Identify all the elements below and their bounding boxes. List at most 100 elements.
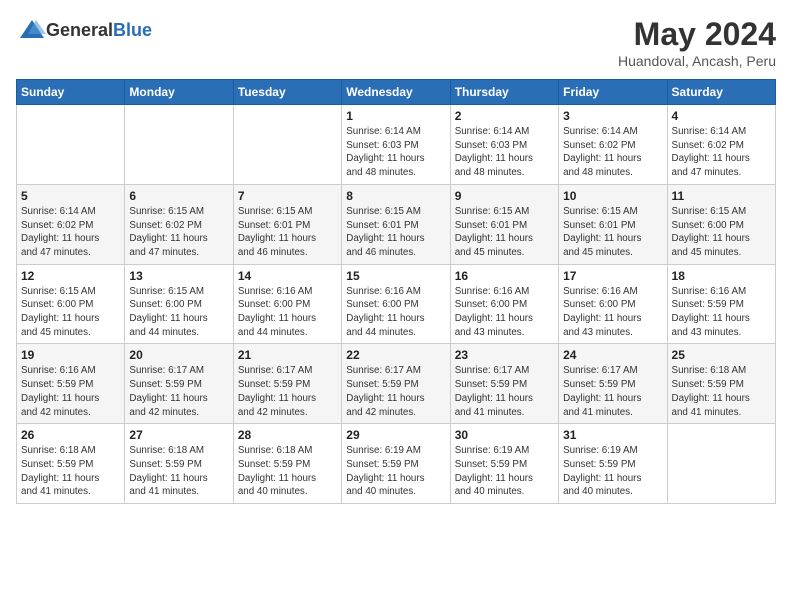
- day-info: Sunrise: 6:16 AMSunset: 6:00 PMDaylight:…: [455, 285, 554, 340]
- calendar-week-row: 5 Sunrise: 6:14 AMSunset: 6:02 PMDaylight…: [17, 184, 776, 264]
- calendar-table: SundayMondayTuesdayWednesdayThursdayFrid…: [16, 79, 776, 504]
- day-info: Sunrise: 6:19 AMSunset: 5:59 PMDaylight:…: [455, 444, 554, 499]
- calendar-day-cell: 12Sunrise: 6:15 AMSunset: 6:00 PMDayligh…: [17, 264, 125, 344]
- day-info: Sunrise: 6:17 AMSunset: 5:59 PMDaylight:…: [129, 364, 228, 419]
- weekday-header: Sunday: [17, 80, 125, 105]
- calendar-day-cell: 28Sunrise: 6:18 AMSunset: 5:59 PMDayligh…: [233, 424, 341, 504]
- day-number: 2: [455, 109, 554, 123]
- day-info: Sunrise: 6:18 AMSunset: 5:59 PMDaylight:…: [238, 444, 337, 499]
- day-info: Sunrise: 6:15 AMSunset: 6:01 PMDaylight:…: [346, 205, 445, 260]
- day-info: Sunrise: 6:15 AMSunset: 6:01 PMDaylight:…: [563, 205, 662, 260]
- calendar-day-cell: 2 Sunrise: 6:14 AMSunset: 6:03 PMDaylight…: [450, 105, 558, 185]
- calendar-day-cell: 25 Sunrise: 6:18 AMSunset: 5:59 PMDayligh…: [667, 344, 775, 424]
- calendar-day-cell: 19 Sunrise: 6:16 AMSunset: 5:59 PMDayligh…: [17, 344, 125, 424]
- day-number: 26: [21, 428, 120, 442]
- calendar-day-cell: 15 Sunrise: 6:16 AMSunset: 6:00 PMDayligh…: [342, 264, 450, 344]
- weekday-header: Saturday: [667, 80, 775, 105]
- calendar-day-cell: 11Sunrise: 6:15 AMSunset: 6:00 PMDayligh…: [667, 184, 775, 264]
- calendar-day-cell: 1 Sunrise: 6:14 AMSunset: 6:03 PMDaylight…: [342, 105, 450, 185]
- day-number: 23: [455, 348, 554, 362]
- day-number: 18: [672, 269, 771, 283]
- logo-general: General: [46, 20, 113, 40]
- day-info: Sunrise: 6:15 AMSunset: 6:00 PMDaylight:…: [21, 285, 120, 340]
- calendar-day-cell: 17Sunrise: 6:16 AMSunset: 6:00 PMDayligh…: [559, 264, 667, 344]
- calendar-day-cell: 20 Sunrise: 6:17 AMSunset: 5:59 PMDayligh…: [125, 344, 233, 424]
- logo: GeneralBlue: [16, 16, 152, 44]
- day-info: Sunrise: 6:17 AMSunset: 5:59 PMDaylight:…: [455, 364, 554, 419]
- day-number: 16: [455, 269, 554, 283]
- calendar-day-cell: 29Sunrise: 6:19 AMSunset: 5:59 PMDayligh…: [342, 424, 450, 504]
- day-number: 19: [21, 348, 120, 362]
- month-title: May 2024: [618, 16, 776, 53]
- day-info: Sunrise: 6:15 AMSunset: 6:01 PMDaylight:…: [238, 205, 337, 260]
- day-number: 4: [672, 109, 771, 123]
- day-info: Sunrise: 6:17 AMSunset: 5:59 PMDaylight:…: [346, 364, 445, 419]
- calendar-day-cell: 4 Sunrise: 6:14 AMSunset: 6:02 PMDaylight…: [667, 105, 775, 185]
- day-info: Sunrise: 6:16 AMSunset: 5:59 PMDaylight:…: [672, 285, 771, 340]
- day-number: 6: [129, 189, 228, 203]
- day-info: Sunrise: 6:14 AMSunset: 6:02 PMDaylight:…: [563, 125, 662, 180]
- day-number: 1: [346, 109, 445, 123]
- day-info: Sunrise: 6:18 AMSunset: 5:59 PMDaylight:…: [21, 444, 120, 499]
- calendar-day-cell: 31 Sunrise: 6:19 AMSunset: 5:59 PMDayligh…: [559, 424, 667, 504]
- day-number: 13: [129, 269, 228, 283]
- day-info: Sunrise: 6:14 AMSunset: 6:03 PMDaylight:…: [455, 125, 554, 180]
- calendar-day-cell: [17, 105, 125, 185]
- calendar-day-cell: 5 Sunrise: 6:14 AMSunset: 6:02 PMDaylight…: [17, 184, 125, 264]
- day-number: 11: [672, 189, 771, 203]
- day-number: 31: [563, 428, 662, 442]
- day-number: 27: [129, 428, 228, 442]
- calendar-day-cell: 6 Sunrise: 6:15 AMSunset: 6:02 PMDaylight…: [125, 184, 233, 264]
- weekday-header: Thursday: [450, 80, 558, 105]
- day-number: 24: [563, 348, 662, 362]
- location-title: Huandoval, Ancash, Peru: [618, 53, 776, 69]
- day-info: Sunrise: 6:16 AMSunset: 6:00 PMDaylight:…: [238, 285, 337, 340]
- day-info: Sunrise: 6:15 AMSunset: 6:01 PMDaylight:…: [455, 205, 554, 260]
- day-info: Sunrise: 6:15 AMSunset: 6:02 PMDaylight:…: [129, 205, 228, 260]
- day-info: Sunrise: 6:14 AMSunset: 6:03 PMDaylight:…: [346, 125, 445, 180]
- day-number: 5: [21, 189, 120, 203]
- day-number: 17: [563, 269, 662, 283]
- calendar-day-cell: 13Sunrise: 6:15 AMSunset: 6:00 PMDayligh…: [125, 264, 233, 344]
- day-number: 22: [346, 348, 445, 362]
- day-info: Sunrise: 6:14 AMSunset: 6:02 PMDaylight:…: [21, 205, 120, 260]
- calendar-week-row: 26 Sunrise: 6:18 AMSunset: 5:59 PMDayligh…: [17, 424, 776, 504]
- calendar-day-cell: 23 Sunrise: 6:17 AMSunset: 5:59 PMDayligh…: [450, 344, 558, 424]
- day-number: 3: [563, 109, 662, 123]
- day-number: 9: [455, 189, 554, 203]
- day-number: 8: [346, 189, 445, 203]
- calendar-day-cell: 26 Sunrise: 6:18 AMSunset: 5:59 PMDayligh…: [17, 424, 125, 504]
- day-info: Sunrise: 6:14 AMSunset: 6:02 PMDaylight:…: [672, 125, 771, 180]
- day-info: Sunrise: 6:16 AMSunset: 6:00 PMDaylight:…: [346, 285, 445, 340]
- calendar-day-cell: 16 Sunrise: 6:16 AMSunset: 6:00 PMDayligh…: [450, 264, 558, 344]
- weekday-header-row: SundayMondayTuesdayWednesdayThursdayFrid…: [17, 80, 776, 105]
- day-info: Sunrise: 6:17 AMSunset: 5:59 PMDaylight:…: [563, 364, 662, 419]
- calendar-day-cell: 8 Sunrise: 6:15 AMSunset: 6:01 PMDaylight…: [342, 184, 450, 264]
- calendar-day-cell: 3 Sunrise: 6:14 AMSunset: 6:02 PMDaylight…: [559, 105, 667, 185]
- calendar-day-cell: 14 Sunrise: 6:16 AMSunset: 6:00 PMDayligh…: [233, 264, 341, 344]
- day-number: 25: [672, 348, 771, 362]
- day-info: Sunrise: 6:19 AMSunset: 5:59 PMDaylight:…: [563, 444, 662, 499]
- day-number: 15: [346, 269, 445, 283]
- calendar-week-row: 1 Sunrise: 6:14 AMSunset: 6:03 PMDaylight…: [17, 105, 776, 185]
- day-info: Sunrise: 6:18 AMSunset: 5:59 PMDaylight:…: [129, 444, 228, 499]
- calendar-day-cell: 18 Sunrise: 6:16 AMSunset: 5:59 PMDayligh…: [667, 264, 775, 344]
- day-number: 20: [129, 348, 228, 362]
- day-info: Sunrise: 6:16 AMSunset: 5:59 PMDaylight:…: [21, 364, 120, 419]
- calendar-day-cell: [125, 105, 233, 185]
- weekday-header: Tuesday: [233, 80, 341, 105]
- weekday-header: Friday: [559, 80, 667, 105]
- calendar-day-cell: 7 Sunrise: 6:15 AMSunset: 6:01 PMDaylight…: [233, 184, 341, 264]
- calendar-week-row: 19 Sunrise: 6:16 AMSunset: 5:59 PMDayligh…: [17, 344, 776, 424]
- calendar-day-cell: 9 Sunrise: 6:15 AMSunset: 6:01 PMDaylight…: [450, 184, 558, 264]
- calendar-day-cell: 24 Sunrise: 6:17 AMSunset: 5:59 PMDayligh…: [559, 344, 667, 424]
- calendar-day-cell: 21Sunrise: 6:17 AMSunset: 5:59 PMDayligh…: [233, 344, 341, 424]
- day-number: 14: [238, 269, 337, 283]
- calendar-day-cell: 27 Sunrise: 6:18 AMSunset: 5:59 PMDayligh…: [125, 424, 233, 504]
- day-number: 7: [238, 189, 337, 203]
- logo-blue: Blue: [113, 20, 152, 40]
- calendar-day-cell: [667, 424, 775, 504]
- day-number: 10: [563, 189, 662, 203]
- day-number: 29: [346, 428, 445, 442]
- day-info: Sunrise: 6:18 AMSunset: 5:59 PMDaylight:…: [672, 364, 771, 419]
